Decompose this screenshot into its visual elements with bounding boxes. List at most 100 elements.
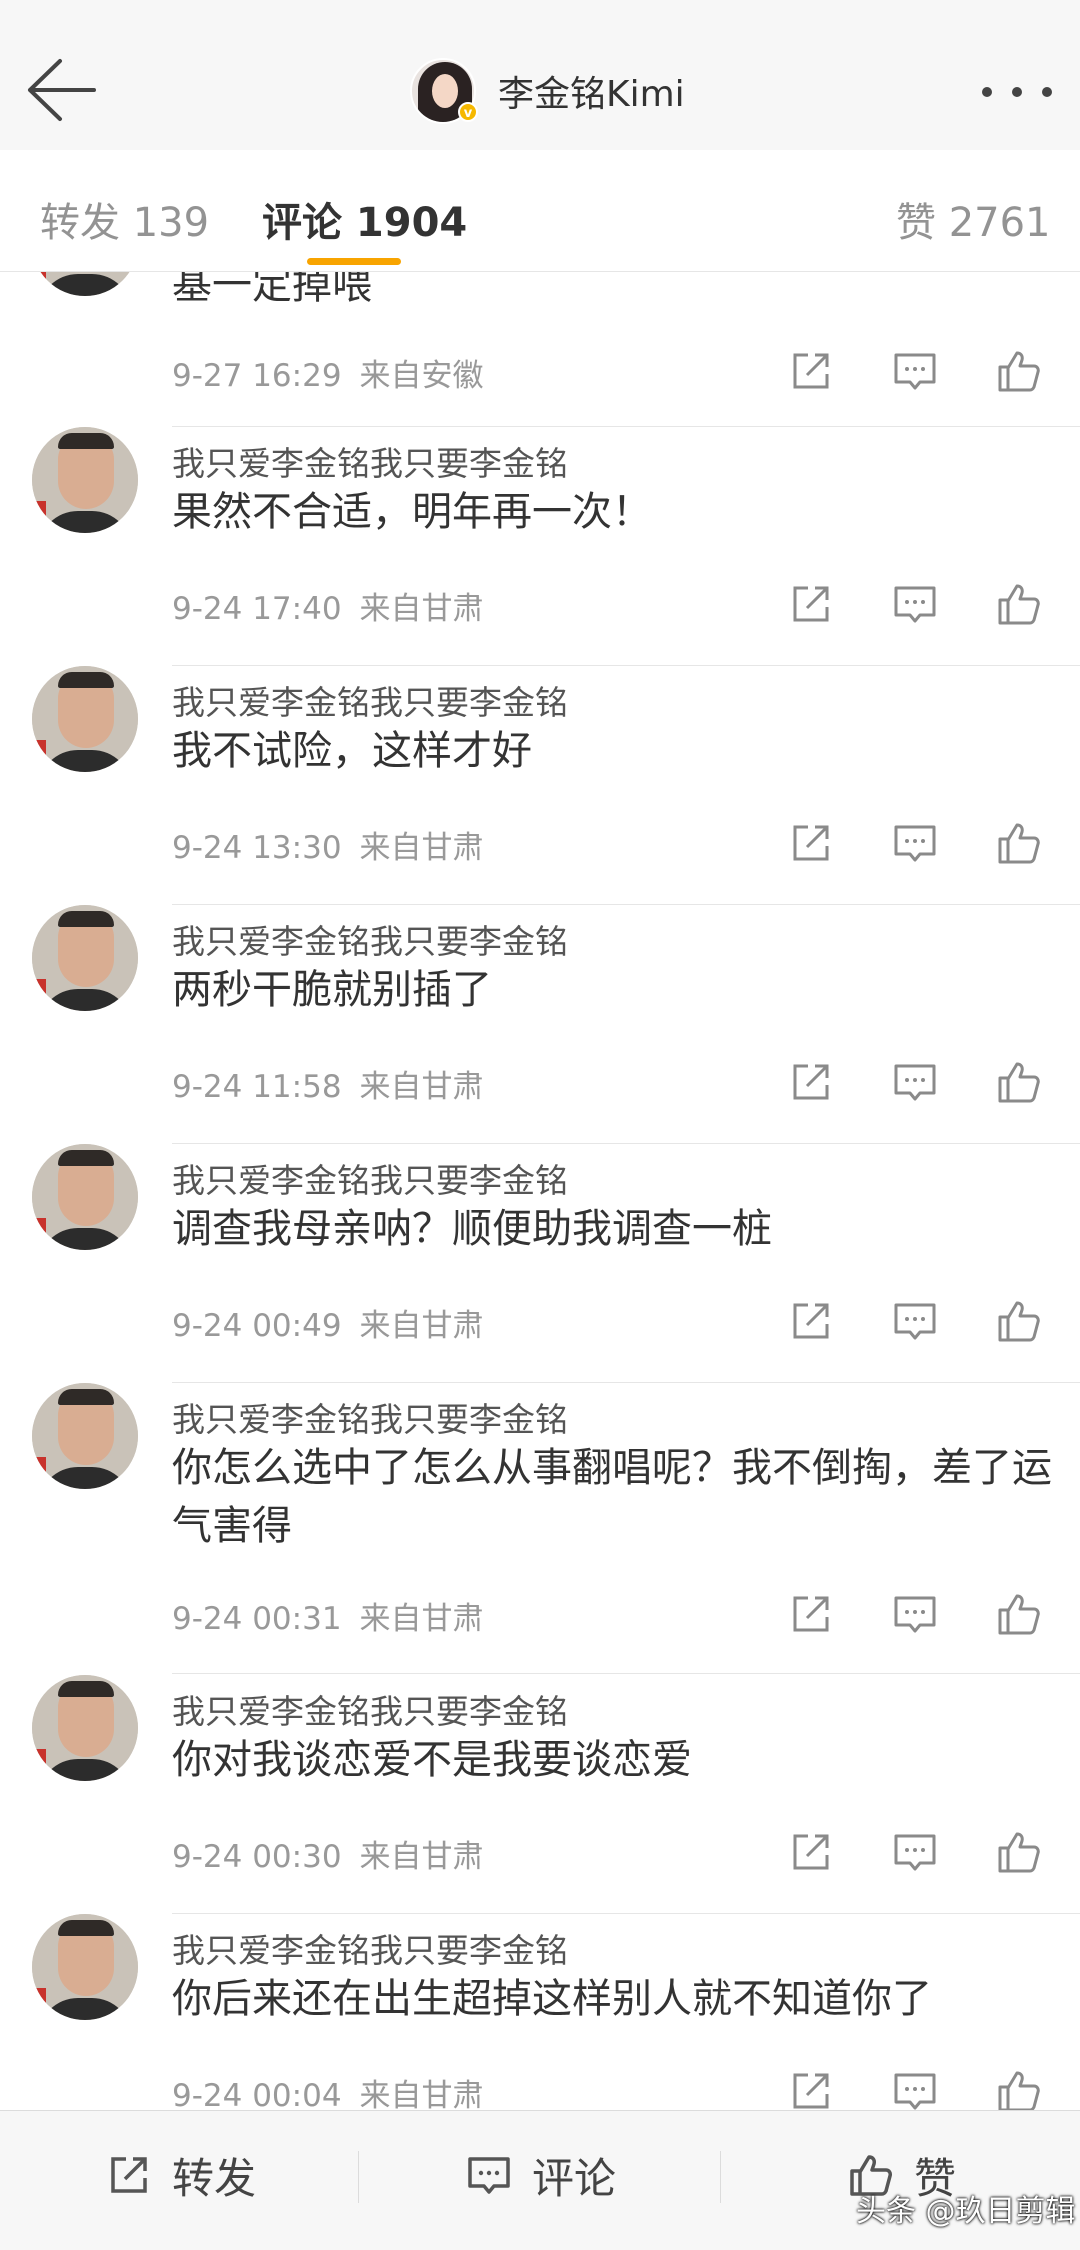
commenter-avatar[interactable] (32, 1383, 138, 1489)
comment-label: 评论 (532, 2153, 617, 2203)
share-icon[interactable] (786, 1827, 836, 1877)
share-icon (111, 2157, 147, 2193)
commenter-avatar[interactable] (32, 1675, 138, 1781)
comment-icon[interactable] (890, 818, 940, 868)
comment-text: 调查我母亲呐？顺便助我调查一桩 (172, 1206, 772, 1252)
comment-actions (778, 1589, 1058, 1639)
share-icon[interactable] (786, 818, 836, 868)
share-icon[interactable] (786, 2066, 836, 2110)
comment-icon[interactable] (890, 2066, 940, 2110)
thumbs-up-icon[interactable] (994, 579, 1044, 629)
comment-text: 我不试险，这样才好 (172, 728, 532, 774)
comment-time: 9-24 17:40 (172, 591, 342, 627)
comment-meta: 9-24 00:31 来自甘肃 (172, 1593, 484, 1638)
top-bar: 李金铭Kimi v (0, 0, 1080, 150)
comment-meta: 9-24 11:58 来自甘肃 (172, 1061, 484, 1106)
comment-button[interactable]: 评论 (464, 2145, 616, 2205)
share-icon[interactable] (786, 346, 836, 396)
comment-meta: 9-24 00:30 来自甘肃 (172, 1831, 484, 1876)
comment-source: 来自甘肃 (359, 830, 484, 866)
commenter-name[interactable]: 我只爱李金铭我只要李金铭 (172, 1154, 568, 1202)
comment-time: 9-24 00:04 (172, 2078, 342, 2110)
repost-button[interactable]: 转发 (104, 2145, 256, 2205)
comment-actions (778, 1827, 1058, 1877)
thumbs-up-icon[interactable] (994, 1057, 1044, 1107)
comment-meta: 9-24 00:04 来自甘肃 (172, 2070, 484, 2110)
back-arrow-icon[interactable] (22, 55, 102, 125)
comment-meta: 9-27 16:29 来自安徽 (172, 350, 484, 395)
comment-actions (778, 579, 1058, 629)
watermark-text: 头条 @玖日剪辑 (856, 2194, 1076, 2229)
commenter-avatar[interactable] (32, 1144, 138, 1250)
thumbs-up-icon[interactable] (994, 1589, 1044, 1639)
comment-source: 来自安徽 (359, 358, 484, 394)
share-icon[interactable] (786, 579, 836, 629)
commenter-name[interactable]: 我只爱李金铭我只要李金铭 (172, 1924, 568, 1972)
comment-divider (172, 1913, 1080, 1914)
comment-icon[interactable] (890, 579, 940, 629)
commenter-name[interactable]: 我只爱李金铭我只要李金铭 (172, 437, 568, 485)
comment-divider (172, 1382, 1080, 1383)
comment-icon[interactable] (890, 1827, 940, 1877)
active-tab-indicator (307, 258, 401, 265)
commenter-avatar[interactable] (32, 905, 138, 1011)
post-author[interactable]: 李金铭Kimi (410, 58, 685, 124)
tab-repost[interactable]: 转发 139 (40, 190, 209, 248)
commenter-name[interactable]: 我只爱李金铭我只要李金铭 (172, 1685, 568, 1733)
commenter-name[interactable]: 我只爱李金铭我只要李金铭 (172, 1393, 568, 1441)
commenter-name[interactable]: 我只爱李金铭我只要李金铭 (172, 915, 568, 963)
commenter-avatar[interactable] (32, 427, 138, 533)
comment-icon[interactable] (890, 1057, 940, 1107)
tab-comment[interactable]: 评论 1904 (262, 190, 467, 248)
divider (720, 2151, 721, 2203)
comment-meta: 9-24 00:49 来自甘肃 (172, 1300, 484, 1345)
thumbs-up-icon[interactable] (994, 1827, 1044, 1877)
commenter-name[interactable]: 我只爱李金铭我只要李金铭 (172, 676, 568, 724)
comment-actions (778, 1296, 1058, 1346)
comment-divider (172, 1143, 1080, 1144)
commenter-avatar[interactable] (32, 666, 138, 772)
comment-meta: 9-24 13:30 来自甘肃 (172, 822, 484, 867)
comment-actions (778, 818, 1058, 868)
comment-actions (778, 2066, 1058, 2110)
comment-source: 来自甘肃 (359, 1308, 484, 1344)
comment-time: 9-24 00:49 (172, 1308, 342, 1344)
comment-text: 你怎么选中了怎么从事翻唱呢？我不倒掏，差了运气害得 (172, 1445, 1052, 1549)
comment-icon (468, 2157, 510, 2194)
comment-icon[interactable] (890, 1589, 940, 1639)
comment-source: 来自甘肃 (359, 2078, 484, 2110)
comment-time: 9-24 00:30 (172, 1839, 342, 1875)
comment-source: 来自甘肃 (359, 591, 484, 627)
repost-label: 转发 (172, 2153, 257, 2203)
share-icon[interactable] (786, 1589, 836, 1639)
comment-text: 你对我谈恋爱不是我要谈恋爱 (172, 1737, 692, 1783)
comment-divider (172, 426, 1080, 427)
commenter-avatar[interactable] (32, 272, 138, 296)
author-name[interactable]: 李金铭Kimi (498, 65, 685, 117)
comment-actions (778, 346, 1058, 396)
thumbs-up-icon[interactable] (994, 2066, 1044, 2110)
comment-divider (172, 904, 1080, 905)
thumbs-up-icon[interactable] (994, 1296, 1044, 1346)
comment-list[interactable]: 基一定掉喂 9-27 16:29 来自安徽 我只爱李金铭我只要李金铭 果然不合适，… (0, 272, 1080, 2110)
verified-badge-icon: v (458, 102, 478, 122)
comment-actions (778, 1057, 1058, 1107)
comment-time: 9-24 13:30 (172, 830, 342, 866)
thumbs-up-icon[interactable] (994, 818, 1044, 868)
share-icon[interactable] (786, 1296, 836, 1346)
thumbs-up-icon[interactable] (994, 346, 1044, 396)
tab-like[interactable]: 赞 2761 (896, 190, 1051, 248)
comment-text: 两秒干脆就别插了 (172, 967, 492, 1013)
commenter-avatar[interactable] (32, 1914, 138, 2020)
comment-time: 9-27 16:29 (172, 358, 342, 394)
comment-text: 你后来还在出生超掉这样别人就不知道你了 (172, 1976, 932, 2022)
more-dots-icon[interactable] (982, 82, 1052, 102)
comment-source: 来自甘肃 (359, 1839, 484, 1875)
comment-time: 9-24 11:58 (172, 1069, 342, 1105)
comment-meta: 9-24 17:40 来自甘肃 (172, 583, 484, 628)
share-icon[interactable] (786, 1057, 836, 1107)
comment-icon[interactable] (890, 346, 940, 396)
comment-icon[interactable] (890, 1296, 940, 1346)
comment-text: 果然不合适，明年再一次！ (172, 489, 652, 535)
tab-bar: 转发 139 评论 1904 赞 2761 (0, 150, 1080, 272)
